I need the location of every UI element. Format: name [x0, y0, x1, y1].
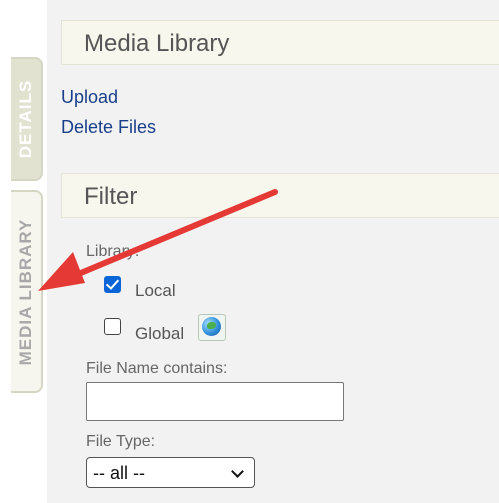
annotation-arrow [38, 189, 278, 291]
arrow-head [38, 252, 85, 291]
arrow-shaft [49, 189, 278, 288]
